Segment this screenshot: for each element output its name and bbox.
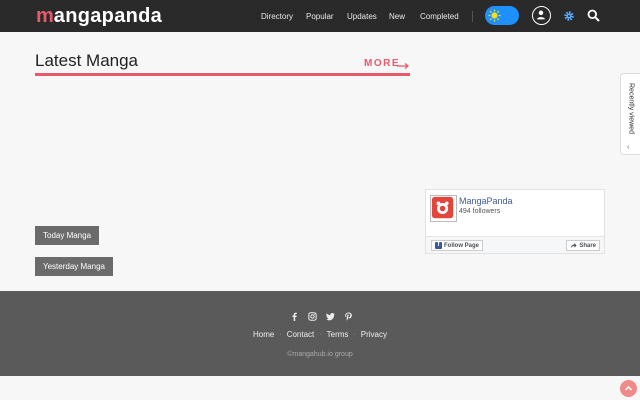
- footer-links: Home · Contact · Terms · Privacy: [0, 330, 640, 339]
- footer-link-privacy[interactable]: Privacy: [361, 330, 387, 339]
- facebook-page-widget: MangaPanda 494 followers f Follow Page S…: [425, 189, 605, 254]
- sun-icon: [488, 9, 501, 22]
- nav-completed-wrap: Completed: [420, 0, 459, 32]
- footer-link-home[interactable]: Home: [253, 330, 274, 339]
- nav-directory-wrap: Directory: [261, 0, 293, 32]
- more-link[interactable]: MORE: [364, 58, 400, 69]
- user-icon: [537, 10, 545, 20]
- search-icon[interactable]: [587, 9, 600, 22]
- copyright-text: ©mangahub.io group: [287, 351, 353, 358]
- fb-share-button[interactable]: Share: [566, 240, 600, 251]
- user-account-button[interactable]: [532, 6, 551, 25]
- link-separator: ·: [353, 331, 356, 338]
- pinterest-icon[interactable]: [344, 308, 353, 321]
- instagram-icon[interactable]: [308, 308, 317, 321]
- mangapanda-logo-icon: [431, 196, 454, 219]
- title-underline: [35, 73, 410, 76]
- fb-share-label: Share: [579, 242, 596, 249]
- facebook-icon: f: [435, 242, 442, 249]
- nav-directory[interactable]: Directory: [261, 12, 293, 21]
- logo-text: angapanda: [53, 4, 163, 27]
- footer-link-contact[interactable]: Contact: [287, 330, 315, 339]
- arrow-right-icon: [397, 63, 409, 69]
- nav-divider: [472, 11, 473, 22]
- theme-toggle[interactable]: [485, 6, 519, 25]
- twitter-icon[interactable]: [326, 308, 335, 321]
- fb-action-bar: f Follow Page Share: [426, 236, 604, 253]
- social-links: [290, 308, 353, 321]
- share-icon: [571, 242, 577, 249]
- nav-completed[interactable]: Completed: [420, 12, 459, 21]
- fb-followers-count: 494 followers: [459, 208, 501, 215]
- link-separator: ·: [279, 331, 282, 338]
- recently-viewed-tab[interactable]: Recently viewed ‹: [620, 73, 640, 155]
- nav-popular[interactable]: Popular: [306, 12, 334, 21]
- fb-follow-button[interactable]: f Follow Page: [431, 240, 484, 251]
- nav-new-wrap: New: [389, 0, 405, 32]
- yesterday-manga-button[interactable]: Yesterday Manga: [35, 257, 113, 276]
- page-avatar[interactable]: [430, 195, 457, 222]
- site-footer: Home · Contact · Terms · Privacy ©mangah…: [0, 291, 640, 376]
- recently-viewed-label: Recently viewed: [627, 83, 635, 134]
- gear-icon[interactable]: [563, 10, 575, 22]
- top-navbar: m angapanda Directory Popular Updates Ne…: [0, 0, 640, 32]
- nav-popular-wrap: Popular: [306, 0, 334, 32]
- today-manga-button[interactable]: Today Manga: [35, 226, 100, 245]
- fb-follow-label: Follow Page: [444, 242, 480, 249]
- chevron-left-icon: ‹: [627, 144, 630, 151]
- nav-updates-wrap: Updates: [347, 0, 377, 32]
- logo-first-letter: m: [36, 4, 54, 27]
- page-title: Latest Manga: [35, 51, 139, 70]
- fb-page-name[interactable]: MangaPanda: [459, 196, 513, 206]
- nav-new[interactable]: New: [389, 12, 405, 21]
- facebook-icon[interactable]: [290, 308, 299, 321]
- chevron-up-icon: [624, 385, 633, 391]
- site-logo[interactable]: m angapanda: [36, 5, 162, 27]
- footer-link-terms[interactable]: Terms: [327, 330, 349, 339]
- link-separator: ·: [319, 331, 322, 338]
- nav-updates[interactable]: Updates: [347, 12, 377, 21]
- scroll-to-top-button[interactable]: [620, 380, 637, 397]
